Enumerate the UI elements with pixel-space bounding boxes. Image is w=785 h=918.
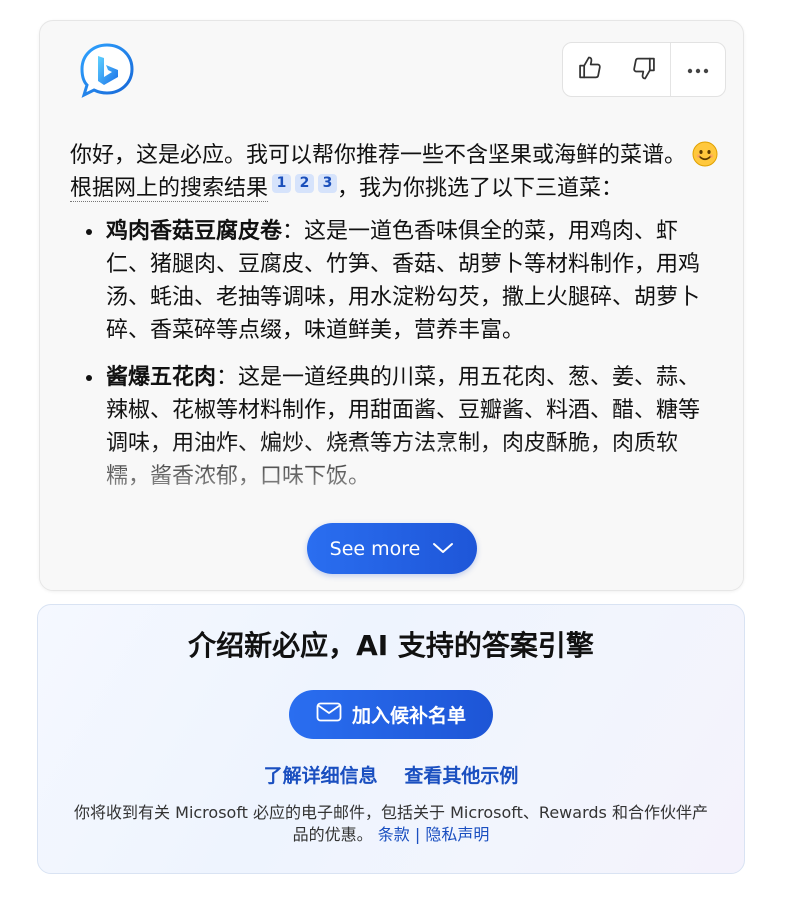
thumbs-up-icon	[576, 54, 604, 86]
greeting-text: 你好，这是必应。我可以帮你推荐一些不含坚果或海鲜的菜谱。	[70, 143, 687, 168]
sources-suffix: ，我为你挑选了以下三道菜：	[337, 176, 624, 201]
recipe-name: 酱爆五花肉	[106, 365, 217, 390]
join-waitlist-label: 加入候补名单	[351, 705, 466, 727]
terms-link[interactable]: 条款	[378, 825, 410, 844]
bing-logo-icon	[78, 41, 136, 99]
recipe-name: 鸡肉香菇豆腐皮卷	[106, 219, 283, 244]
list-item: 酱爆五花肉：这是一道经典的川菜，用五花肉、葱、姜、蒜、辣椒、花椒等材料制作，用甜…	[70, 361, 720, 493]
link-separator: |	[409, 825, 426, 844]
citation-2[interactable]: 2	[295, 174, 315, 193]
citation-1[interactable]: 1	[272, 174, 292, 193]
page: 你好，这是必应。我可以帮你推荐一些不含坚果或海鲜的菜谱。 根据网上的搜索结果 1 2…	[0, 0, 785, 918]
chat-answer-card: 你好，这是必应。我可以帮你推荐一些不含坚果或海鲜的菜谱。 根据网上的搜索结果 1 2…	[39, 20, 744, 591]
thumbs-down-icon	[630, 54, 658, 86]
more-examples-link[interactable]: 查看其他示例	[404, 765, 518, 787]
see-more-button[interactable]: See more	[307, 523, 477, 574]
answer-body: 你好，这是必应。我可以帮你推荐一些不含坚果或海鲜的菜谱。 根据网上的搜索结果 1 2…	[70, 139, 720, 507]
privacy-link[interactable]: 隐私声明	[425, 825, 489, 844]
greeting-paragraph: 你好，这是必应。我可以帮你推荐一些不含坚果或海鲜的菜谱。	[70, 139, 720, 172]
promo-links: 了解详细信息 查看其他示例	[38, 761, 744, 788]
thumbs-up-button[interactable]	[563, 43, 617, 96]
promo-card: 介绍新必应，AI 支持的答案引擎 加入候补名单 了解详细信息 查看其他示例 你将…	[37, 604, 745, 874]
citation-3[interactable]: 3	[318, 174, 338, 193]
thumbs-down-button[interactable]	[617, 43, 671, 96]
more-icon	[686, 60, 710, 79]
mail-icon	[316, 702, 352, 727]
promo-title: 介绍新必应，AI 支持的答案引擎	[188, 629, 594, 662]
chevron-down-icon	[420, 538, 454, 560]
disclaimer-text: 你将收到有关 Microsoft 必应的电子邮件，包括关于 Microsoft、…	[68, 802, 714, 846]
feedback-toolbar	[562, 42, 726, 97]
more-options-button[interactable]	[671, 43, 725, 96]
see-more-label: See more	[329, 537, 421, 560]
smile-emoji-icon	[692, 141, 718, 167]
sources-phrase: 根据网上的搜索结果	[70, 176, 269, 202]
learn-more-link[interactable]: 了解详细信息	[264, 765, 378, 787]
sources-paragraph: 根据网上的搜索结果 1 2 3 ，我为你挑选了以下三道菜：	[70, 172, 720, 205]
list-item: 鸡肉香菇豆腐皮卷：这是一道色香味俱全的菜，用鸡肉、虾仁、猪腿肉、豆腐皮、竹笋、香…	[70, 215, 720, 347]
recipe-list: 鸡肉香菇豆腐皮卷：这是一道色香味俱全的菜，用鸡肉、虾仁、猪腿肉、豆腐皮、竹笋、香…	[70, 215, 720, 493]
join-waitlist-button[interactable]: 加入候补名单	[289, 690, 493, 739]
